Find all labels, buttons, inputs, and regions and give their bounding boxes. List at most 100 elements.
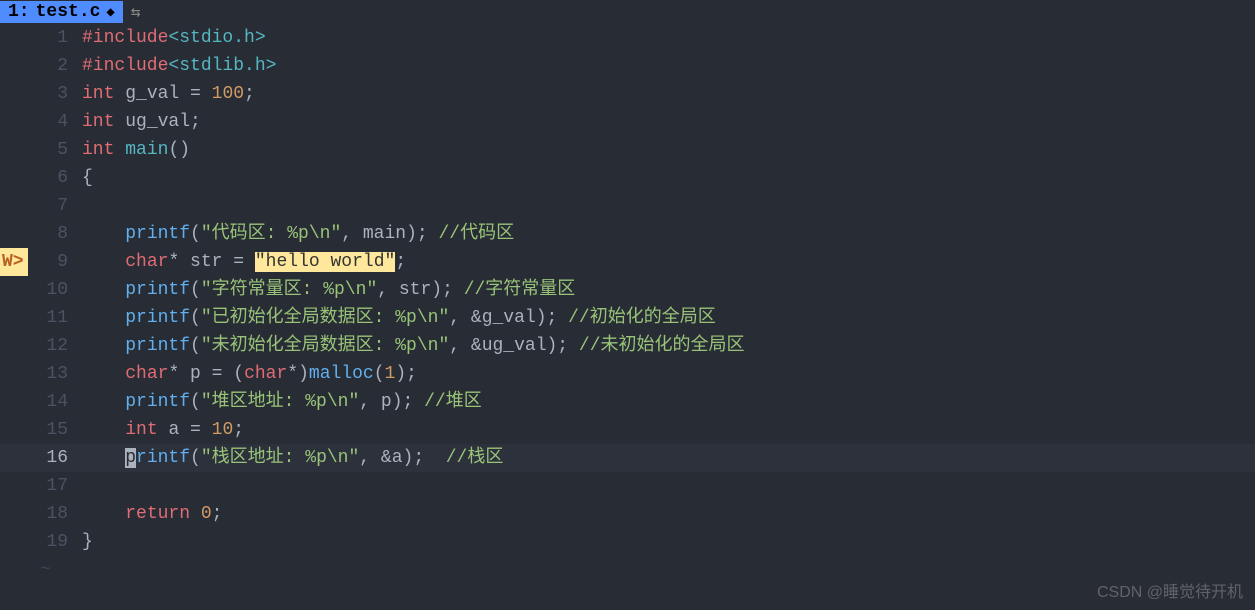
code-line[interactable]: 14 printf("堆区地址: %p\n", p); //堆区 [0, 388, 1255, 416]
file-tab[interactable]: 1: test.c ◆ [0, 1, 123, 23]
modified-indicator-icon: ◆ [106, 4, 114, 21]
token: ( [374, 364, 385, 384]
token: = [212, 364, 234, 384]
code-content[interactable]: int main() [82, 136, 1255, 164]
line-number: 6 [28, 164, 82, 192]
warning-gutter [0, 388, 28, 416]
warning-gutter [0, 24, 28, 52]
code-line[interactable]: 11 printf("已初始化全局数据区: %p\n", &g_val); //… [0, 304, 1255, 332]
token: , [341, 224, 363, 244]
code-content[interactable]: int ug_val; [82, 108, 1255, 136]
code-editor[interactable]: 1#include<stdio.h>2#include<stdlib.h>3in… [0, 24, 1255, 584]
token: & [471, 308, 482, 328]
code-line[interactable]: 12 printf("未初始化全局数据区: %p\n", &ug_val); /… [0, 332, 1255, 360]
token: <stdlib.h> [168, 56, 276, 76]
token: "堆区地址: %p\n" [201, 392, 359, 412]
token: int [82, 84, 125, 104]
code-line[interactable]: 17 [0, 472, 1255, 500]
token: 1 [385, 364, 396, 384]
code-content[interactable]: #include<stdio.h> [82, 24, 1255, 52]
token: "已初始化全局数据区: %p\n" [201, 308, 449, 328]
token: //堆区 [424, 392, 482, 412]
code-content[interactable]: int g_val = 100; [82, 80, 1255, 108]
token: rintf [136, 448, 190, 468]
code-content[interactable]: char* p = (char*)malloc(1); [82, 360, 1255, 388]
code-content[interactable]: { [82, 164, 1255, 192]
code-line[interactable]: 2#include<stdlib.h> [0, 52, 1255, 80]
code-content[interactable]: printf("未初始化全局数据区: %p\n", &ug_val); //未初… [82, 332, 1255, 360]
token: ); [395, 364, 417, 384]
token: , [449, 308, 471, 328]
warning-gutter [0, 416, 28, 444]
token: * [168, 364, 190, 384]
tab-arrows-icon: ⇆ [123, 2, 141, 22]
code-content[interactable]: printf("栈区地址: %p\n", &a); //栈区 [82, 444, 1255, 472]
code-line[interactable]: 13 char* p = (char*)malloc(1); [0, 360, 1255, 388]
code-content[interactable]: printf("代码区: %p\n", main); //代码区 [82, 220, 1255, 248]
warning-gutter [0, 528, 28, 556]
token: ( [190, 224, 201, 244]
token: ); [392, 392, 424, 412]
token: ; [190, 112, 201, 132]
token: main [363, 224, 406, 244]
code-line[interactable]: 8 printf("代码区: %p\n", main); //代码区 [0, 220, 1255, 248]
code-line[interactable]: 4int ug_val; [0, 108, 1255, 136]
token: ( [190, 392, 201, 412]
warning-gutter [0, 136, 28, 164]
token: } [82, 532, 93, 552]
code-content[interactable]: printf("已初始化全局数据区: %p\n", &g_val); //初始化… [82, 304, 1255, 332]
token: char [244, 364, 287, 384]
token: * [287, 364, 298, 384]
code-line[interactable]: 19} [0, 528, 1255, 556]
token: printf [125, 308, 190, 328]
code-content[interactable]: printf("字符常量区: %p\n", str); //字符常量区 [82, 276, 1255, 304]
warning-gutter [0, 164, 28, 192]
code-content[interactable]: char* str = "hello world"; [82, 248, 1255, 276]
line-number: 13 [28, 360, 82, 388]
token: , [377, 280, 399, 300]
code-line[interactable]: 16 printf("栈区地址: %p\n", &a); //栈区 [0, 444, 1255, 472]
token: () [168, 140, 190, 160]
token: ( [190, 280, 201, 300]
token: ; [212, 504, 223, 524]
line-number: 15 [28, 416, 82, 444]
line-number: 17 [28, 472, 82, 500]
code-line[interactable]: 3int g_val = 100; [0, 80, 1255, 108]
token: //字符常量区 [464, 280, 576, 300]
code-line[interactable]: 5int main() [0, 136, 1255, 164]
token: a [168, 420, 190, 440]
empty-line-tilde: ~ [0, 556, 1255, 584]
token: str [190, 252, 233, 272]
token: , [359, 392, 381, 412]
token: //未初始化的全局区 [579, 336, 745, 356]
token: ( [233, 364, 244, 384]
code-line[interactable]: 6{ [0, 164, 1255, 192]
line-number: 5 [28, 136, 82, 164]
token: "代码区: %p\n" [201, 224, 341, 244]
code-content[interactable]: } [82, 528, 1255, 556]
code-line[interactable]: W>9 char* str = "hello world"; [0, 248, 1255, 276]
code-content[interactable]: return 0; [82, 500, 1255, 528]
warning-gutter [0, 276, 28, 304]
code-content[interactable]: printf("堆区地址: %p\n", p); //堆区 [82, 388, 1255, 416]
token: g_val [482, 308, 536, 328]
code-content[interactable] [82, 192, 1255, 220]
warning-gutter [0, 80, 28, 108]
token: char [125, 364, 168, 384]
token: //初始化的全局区 [568, 308, 716, 328]
token: "未初始化全局数据区: %p\n" [201, 336, 449, 356]
token: return [125, 504, 201, 524]
code-content[interactable] [82, 472, 1255, 500]
code-line[interactable]: 18 return 0; [0, 500, 1255, 528]
code-line[interactable]: 15 int a = 10; [0, 416, 1255, 444]
code-content[interactable]: int a = 10; [82, 416, 1255, 444]
code-line[interactable]: 1#include<stdio.h> [0, 24, 1255, 52]
token: ); [536, 308, 568, 328]
line-number: 1 [28, 24, 82, 52]
line-number: 12 [28, 332, 82, 360]
code-content[interactable]: #include<stdlib.h> [82, 52, 1255, 80]
warning-gutter [0, 360, 28, 388]
warning-gutter [0, 472, 28, 500]
code-line[interactable]: 10 printf("字符常量区: %p\n", str); //字符常量区 [0, 276, 1255, 304]
code-line[interactable]: 7 [0, 192, 1255, 220]
